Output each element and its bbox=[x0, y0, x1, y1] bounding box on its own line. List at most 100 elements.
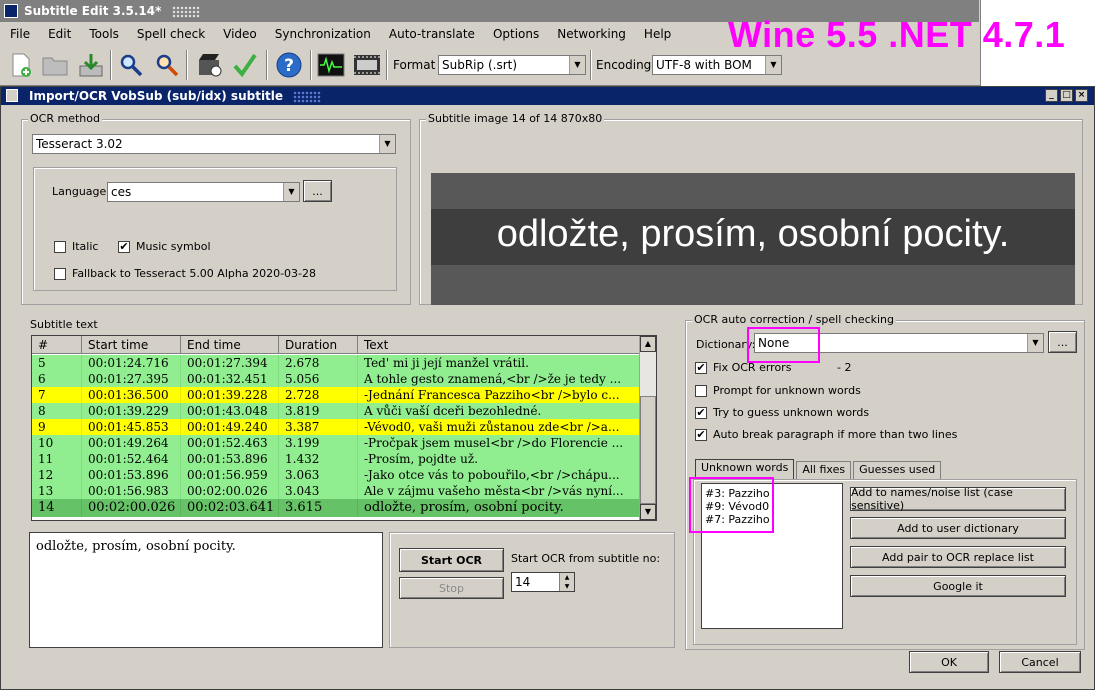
language-browse-button[interactable]: ... bbox=[303, 180, 332, 202]
ok-button[interactable]: OK bbox=[909, 651, 989, 673]
table-row[interactable]: 13 00:01:56.983 00:02:00.026 3.043 Ale v záj… bbox=[32, 483, 640, 499]
grid-scrollbar[interactable]: ▲ ▼ bbox=[639, 336, 656, 520]
video-icon[interactable] bbox=[352, 50, 382, 80]
menu-tools[interactable]: Tools bbox=[89, 27, 119, 41]
cancel-button[interactable]: Cancel bbox=[999, 651, 1081, 673]
menu-video[interactable]: Video bbox=[223, 27, 257, 41]
cell-duration: 3.199 bbox=[279, 435, 358, 451]
prompt-unknown-checkbox[interactable]: Prompt for unknown words bbox=[695, 384, 861, 397]
italic-checkbox[interactable]: Italic bbox=[54, 240, 98, 253]
table-row[interactable]: 6 00:01:27.395 00:01:32.451 5.056 A tohle ge… bbox=[32, 371, 640, 387]
open-folder-icon[interactable] bbox=[40, 50, 70, 80]
maximize-icon[interactable]: □ bbox=[1060, 89, 1073, 102]
scroll-down-icon[interactable]: ▼ bbox=[640, 504, 656, 520]
menu-networking[interactable]: Networking bbox=[557, 27, 626, 41]
google-it-button[interactable]: Google it bbox=[850, 575, 1066, 597]
spell-check-icon[interactable] bbox=[230, 50, 260, 80]
chevron-down-icon: ▼ bbox=[569, 56, 585, 74]
column-duration[interactable]: Duration bbox=[279, 336, 358, 353]
column-number[interactable]: # bbox=[32, 336, 82, 353]
cell-number: 7 bbox=[32, 387, 82, 403]
titlebar-grip bbox=[171, 5, 200, 18]
dictionary-browse-button[interactable]: ... bbox=[1048, 331, 1077, 353]
fallback-checkbox[interactable]: Fallback to Tesseract 5.00 Alpha 2020-03… bbox=[54, 267, 316, 280]
cell-number: 5 bbox=[32, 355, 82, 371]
ocr-engine-value: Tesseract 3.02 bbox=[36, 137, 123, 151]
menu-spell-check[interactable]: Spell check bbox=[137, 27, 205, 41]
cell-duration: 2.678 bbox=[279, 355, 358, 371]
table-row[interactable]: 9 00:01:45.853 00:01:49.240 3.387 -Vévod0, v… bbox=[32, 419, 640, 435]
cell-text: -Pročpak jsem musel<br />do Florencie ..… bbox=[358, 435, 640, 451]
start-from-stepper[interactable]: 14 ▲ ▼ bbox=[511, 572, 575, 592]
format-value: SubRip (.srt) bbox=[442, 58, 518, 72]
save-download-icon[interactable] bbox=[76, 50, 106, 80]
table-row[interactable]: 12 00:01:53.896 00:01:56.959 3.063 -Jako otc… bbox=[32, 467, 640, 483]
subtitle-grid[interactable]: # Start time End time Duration Text 5 00:… bbox=[31, 335, 657, 521]
ocr-engine-select[interactable]: Tesseract 3.02 ▼ bbox=[32, 134, 396, 154]
new-file-icon[interactable] bbox=[6, 50, 36, 80]
dialog-titlebar[interactable]: Import/OCR VobSub (sub/idx) subtitle _ □… bbox=[1, 87, 1094, 105]
cell-duration: 5.056 bbox=[279, 371, 358, 387]
cell-text: Ale v zájmu vašeho města<br />vás nyní..… bbox=[358, 483, 640, 499]
scroll-thumb[interactable] bbox=[640, 396, 656, 504]
tab-unknown-words[interactable]: Unknown words bbox=[695, 459, 795, 479]
cell-text: A tohle gesto znamená,<br />že je tedy .… bbox=[358, 371, 640, 387]
visual-sync-icon[interactable] bbox=[194, 50, 224, 80]
replace-icon[interactable] bbox=[152, 50, 182, 80]
language-value: ces bbox=[111, 185, 132, 199]
auto-break-checkbox[interactable]: ✔ Auto break paragraph if more than two … bbox=[695, 428, 957, 441]
find-icon[interactable] bbox=[116, 50, 146, 80]
music-symbol-label: Music symbol bbox=[136, 240, 211, 253]
scroll-up-icon[interactable]: ▲ bbox=[640, 336, 656, 352]
check-icon: ✔ bbox=[695, 405, 707, 419]
add-pair-ocr-replace-button[interactable]: Add pair to OCR replace list bbox=[850, 546, 1066, 568]
titlebar-grip bbox=[293, 90, 322, 103]
help-icon[interactable]: ? bbox=[274, 50, 304, 80]
prompt-unknown-label: Prompt for unknown words bbox=[713, 384, 861, 397]
stop-button[interactable]: Stop bbox=[399, 577, 504, 599]
format-select[interactable]: SubRip (.srt) ▼ bbox=[438, 55, 586, 75]
guess-unknown-checkbox[interactable]: ✔ Try to guess unknown words bbox=[695, 406, 869, 419]
table-row[interactable]: 7 00:01:36.500 00:01:39.228 2.728 -Jednání F… bbox=[32, 387, 640, 403]
cell-duration: 3.043 bbox=[279, 483, 358, 499]
cell-start-time: 00:01:27.395 bbox=[82, 371, 181, 387]
cell-duration: 1.432 bbox=[279, 451, 358, 467]
dialog-icon bbox=[6, 89, 18, 102]
column-end-time[interactable]: End time bbox=[181, 336, 279, 353]
tab-all-fixes[interactable]: All fixes bbox=[796, 461, 852, 479]
menu-auto-translate[interactable]: Auto-translate bbox=[389, 27, 475, 41]
menu-help[interactable]: Help bbox=[644, 27, 671, 41]
add-to-names-button[interactable]: Add to names/noise list (case sensitive) bbox=[850, 486, 1066, 512]
cell-number: 8 bbox=[32, 403, 82, 419]
encoding-select[interactable]: UTF-8 with BOM ▼ bbox=[652, 55, 782, 75]
table-row[interactable]: 5 00:01:24.716 00:01:27.394 2.678 Ted' mi ji… bbox=[32, 355, 640, 371]
table-row[interactable]: 10 00:01:49.264 00:01:52.463 3.199 -Pročpak … bbox=[32, 435, 640, 451]
current-text-editor[interactable]: odložte, prosím, osobní pocity. bbox=[29, 532, 383, 648]
cell-text: -Vévod0, vaši muži zůstanou zde<br />a..… bbox=[358, 419, 640, 435]
tab-guesses-used[interactable]: Guesses used bbox=[853, 461, 942, 479]
stepper-down-icon[interactable]: ▼ bbox=[559, 582, 574, 591]
menu-synchronization[interactable]: Synchronization bbox=[275, 27, 371, 41]
chevron-down-icon: ▼ bbox=[765, 56, 781, 74]
table-row[interactable]: 14 00:02:00.026 00:02:03.641 3.615 odložte, … bbox=[32, 499, 640, 517]
subtitle-image: odložte, prosím, osobní pocity. bbox=[431, 173, 1075, 305]
start-ocr-button[interactable]: Start OCR bbox=[399, 548, 504, 572]
menu-options[interactable]: Options bbox=[493, 27, 539, 41]
table-row[interactable]: 11 00:01:52.464 00:01:53.896 1.432 -Prosím, … bbox=[32, 451, 640, 467]
column-start-time[interactable]: Start time bbox=[82, 336, 181, 353]
music-symbol-checkbox[interactable]: ✔ Music symbol bbox=[118, 240, 211, 253]
waveform-icon[interactable] bbox=[316, 50, 346, 80]
close-icon[interactable]: × bbox=[1075, 89, 1088, 102]
stepper-up-icon[interactable]: ▲ bbox=[559, 573, 574, 582]
language-select[interactable]: ces ▼ bbox=[107, 182, 300, 202]
add-to-user-dictionary-button[interactable]: Add to user dictionary bbox=[850, 517, 1066, 539]
start-from-label: Start OCR from subtitle no: bbox=[511, 552, 661, 565]
prompt-unknown-checkbox-box bbox=[695, 384, 707, 397]
menu-file[interactable]: File bbox=[10, 27, 30, 41]
minimize-icon[interactable]: _ bbox=[1045, 89, 1058, 102]
table-row[interactable]: 8 00:01:39.229 00:01:43.048 3.819 A vůči vaš… bbox=[32, 403, 640, 419]
column-text[interactable]: Text bbox=[358, 336, 640, 353]
cell-number: 13 bbox=[32, 483, 82, 499]
cell-number: 6 bbox=[32, 371, 82, 387]
menu-edit[interactable]: Edit bbox=[48, 27, 71, 41]
